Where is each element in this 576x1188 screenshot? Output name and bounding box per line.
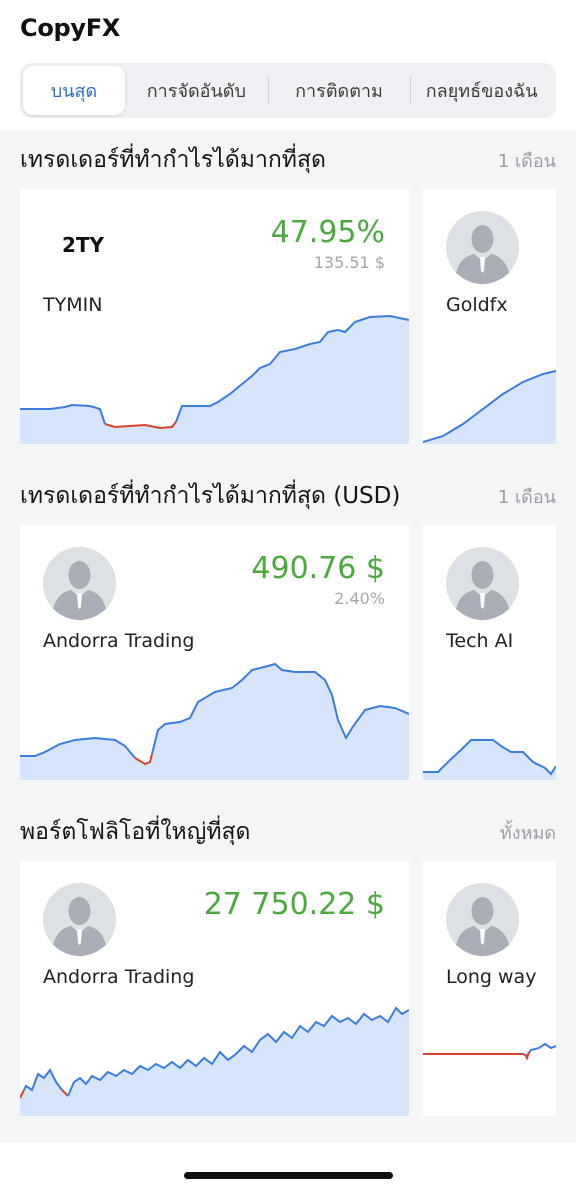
profit-amount: 135.51 $ xyxy=(313,253,385,272)
sparkline-chart xyxy=(423,739,556,780)
tab-my-strategies[interactable]: กลยุทธ์ของฉัน xyxy=(410,66,553,115)
trader-card-peek[interactable]: Tech AI xyxy=(423,525,556,780)
trader-card[interactable]: Andorra Trading 27 750.22 $ xyxy=(20,861,409,1116)
trader-name: Andorra Trading xyxy=(43,966,195,988)
section-title: พอร์ตโฟลิโอที่ใหญ่ที่สุด xyxy=(20,819,251,845)
trader-name: Long way xyxy=(446,966,537,988)
trader-name: Tech AI xyxy=(446,630,514,652)
sparkline-chart xyxy=(423,370,556,444)
trader-name: TYMIN xyxy=(43,294,103,316)
person-icon xyxy=(43,883,116,956)
tab-top[interactable]: บนสุด xyxy=(23,66,125,115)
sparkline-chart xyxy=(423,1042,556,1061)
person-icon xyxy=(446,211,519,284)
view-all-link[interactable]: ทั้งหมด xyxy=(500,818,556,847)
section-title: เทรดเดอร์ที่ทำกำไรได้มากที่สุด (USD) xyxy=(20,483,401,509)
person-icon xyxy=(446,883,519,956)
tab-following[interactable]: การติดตาม xyxy=(267,66,411,115)
trader-logo: 2TY xyxy=(62,233,105,257)
top-tabs: บนสุด การจัดอันดับ การติดตาม กลยุทธ์ของฉ… xyxy=(20,63,556,118)
tab-ranking[interactable]: การจัดอันดับ xyxy=(125,66,268,115)
trader-card[interactable]: 2TY TYMIN 47.95% 135.51 $ xyxy=(20,189,409,444)
person-icon xyxy=(446,547,519,620)
app-title: CopyFX xyxy=(20,14,121,42)
period-selector[interactable]: 1 เดือน xyxy=(498,482,556,511)
trader-name: Goldfx xyxy=(446,294,508,316)
home-indicator[interactable] xyxy=(184,1172,393,1179)
profit-usd: 490.76 $ xyxy=(251,551,385,586)
trader-name: Andorra Trading xyxy=(43,630,195,652)
person-icon xyxy=(43,547,116,620)
section-title: เทรดเดอร์ที่ทำกำไรได้มากที่สุด xyxy=(20,147,326,173)
trader-card-peek[interactable]: Long way xyxy=(423,861,556,1116)
content-area: เทรดเดอร์ที่ทำกำไรได้มากที่สุด 1 เดือน 2… xyxy=(0,130,576,1143)
profit-percent: 47.95% xyxy=(270,215,385,250)
trader-card[interactable]: Andorra Trading 490.76 $ 2.40% xyxy=(20,525,409,780)
sparkline-chart xyxy=(20,1006,409,1116)
trader-card-peek[interactable]: Goldfx xyxy=(423,189,556,444)
period-selector[interactable]: 1 เดือน xyxy=(498,146,556,175)
profit-percent: 2.40% xyxy=(334,589,385,608)
portfolio-value: 27 750.22 $ xyxy=(203,887,385,922)
sparkline-chart xyxy=(20,314,409,444)
sparkline-chart xyxy=(20,662,409,780)
